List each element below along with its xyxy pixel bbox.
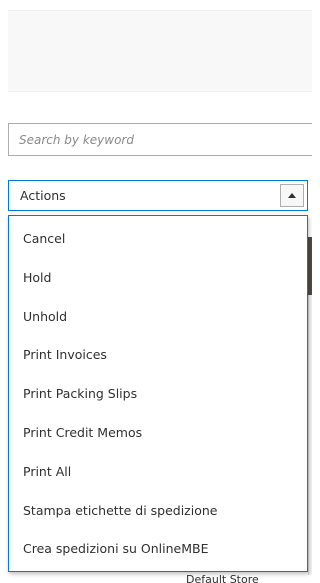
- grid-body-edge: [308, 295, 312, 575]
- actions-menu: Cancel Hold Unhold Print Invoices Print …: [8, 215, 308, 572]
- menu-item-print-invoices[interactable]: Print Invoices: [9, 336, 307, 375]
- actions-label: Actions: [20, 188, 66, 203]
- menu-item-hold[interactable]: Hold: [9, 259, 307, 298]
- menu-item-print-credit-memos[interactable]: Print Credit Memos: [9, 414, 307, 453]
- menu-item-print-all[interactable]: Print All: [9, 453, 307, 492]
- actions-dropdown[interactable]: Actions: [8, 180, 308, 211]
- triangle-up-icon: [288, 193, 296, 198]
- orders-grid-page: Actions Default Store Cancel Hold Unhold…: [0, 0, 312, 583]
- menu-item-print-packing-slips[interactable]: Print Packing Slips: [9, 375, 307, 414]
- search-input[interactable]: [8, 123, 312, 156]
- top-panel: [8, 10, 312, 92]
- menu-item-crea-spedizioni[interactable]: Crea spedizioni su OnlineMBE: [9, 530, 307, 569]
- actions-toggle-button[interactable]: [280, 184, 304, 207]
- menu-item-stampa-etichette[interactable]: Stampa etichette di spedizione: [9, 492, 307, 531]
- grid-cell-store: Default Store: [186, 573, 259, 583]
- menu-item-unhold[interactable]: Unhold: [9, 298, 307, 337]
- menu-item-cancel[interactable]: Cancel: [9, 220, 307, 259]
